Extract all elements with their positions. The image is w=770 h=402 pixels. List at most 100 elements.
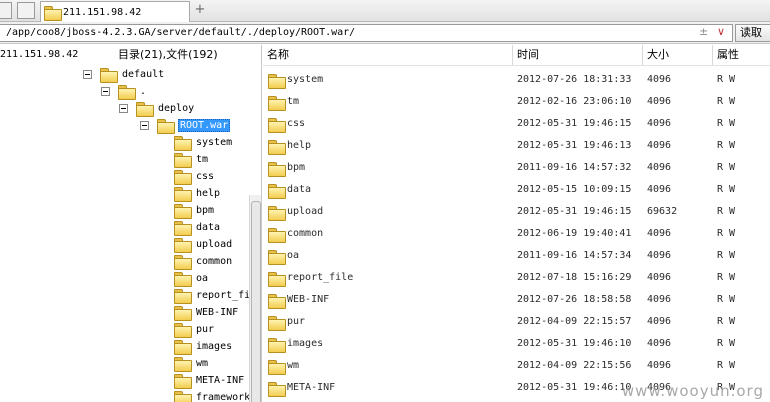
file-time: 2012-05-31 19:46:15 [517, 118, 632, 129]
table-row[interactable]: WEB-INF 2012-07-26 18:58:58 4096 R W [263, 290, 770, 310]
file-size: 4096 [647, 360, 672, 371]
file-attributes: R W [717, 272, 736, 283]
tree-node[interactable]: pur [174, 321, 215, 338]
tree-node[interactable]: upload [174, 236, 233, 253]
file-attributes: R W [717, 294, 736, 305]
tree-scrollbar[interactable] [249, 195, 261, 402]
file-name: system [287, 74, 324, 85]
tree-node-label: system [196, 137, 233, 148]
add-tab-button[interactable]: + [193, 2, 207, 18]
table-row[interactable]: wm 2012-04-09 22:15:56 4096 R W [263, 356, 770, 376]
file-name: WEB-INF [287, 294, 330, 305]
tree-node[interactable]: help [174, 185, 221, 202]
tree-node[interactable]: default [83, 66, 165, 83]
tree-node[interactable]: system [174, 134, 233, 151]
tree-node[interactable]: wm [174, 355, 209, 372]
collapse-toggle-icon[interactable] [140, 121, 149, 130]
file-size: 4096 [647, 118, 672, 129]
tree-node[interactable]: common [174, 253, 233, 270]
file-time: 2012-04-09 22:15:57 [517, 316, 632, 327]
plus-minus-icon[interactable]: ± [699, 25, 708, 39]
folder-icon [174, 255, 192, 270]
tree-node-label: css [196, 171, 215, 182]
file-size: 4096 [647, 316, 672, 327]
tree-node-label: framework [196, 392, 251, 402]
tree-node[interactable]: . [101, 83, 147, 100]
tree-node-label: oa [196, 273, 209, 284]
file-list-panel: 名称 时间 大小 属性 system 2012-07-26 18:31:33 409… [263, 45, 770, 402]
folder-icon [174, 136, 192, 151]
tree-node[interactable]: deploy [119, 100, 195, 117]
table-row[interactable]: tm 2012-02-16 23:06:10 4096 R W [263, 92, 770, 112]
tree-node[interactable]: report_fi [174, 287, 251, 304]
table-row[interactable]: report_file 2012-07-18 15:16:29 4096 R W [263, 268, 770, 288]
read-button[interactable]: 读取 [735, 24, 770, 42]
file-name: wm [287, 360, 300, 371]
table-row[interactable]: upload 2012-05-31 19:46:15 69632 R W [263, 202, 770, 222]
table-row[interactable]: data 2012-05-15 10:09:15 4096 R W [263, 180, 770, 200]
table-row[interactable]: pur 2012-04-09 22:15:57 4096 R W [263, 312, 770, 332]
tree-node[interactable]: tm [174, 151, 209, 168]
file-time: 2012-05-31 19:46:15 [517, 206, 632, 217]
tree-node[interactable]: framework [174, 389, 251, 402]
host-label: 211.151.98.42 [0, 49, 79, 60]
collapse-toggle-icon[interactable] [83, 70, 92, 79]
new-window-icon[interactable] [17, 2, 35, 19]
tree-node[interactable]: css [174, 168, 215, 185]
collapse-toggle-icon[interactable] [119, 104, 128, 113]
table-row[interactable]: bpm 2011-09-16 14:57:32 4096 R W [263, 158, 770, 178]
file-attributes: R W [717, 96, 736, 107]
path-input[interactable]: /app/coo8/jboss-4.2.3.GA/server/default/… [0, 24, 733, 42]
file-attributes: R W [717, 162, 736, 173]
file-name: report_file [287, 272, 354, 283]
address-bar: /app/coo8/jboss-4.2.3.GA/server/default/… [0, 22, 770, 44]
file-name: META-INF [287, 382, 336, 393]
folder-icon [174, 272, 192, 287]
collapse-toggle-icon[interactable] [101, 87, 110, 96]
tree-node-label: ROOT.war [178, 119, 231, 132]
folder-icon [174, 221, 192, 236]
file-name: help [287, 140, 312, 151]
column-header-size[interactable]: 大小 [643, 45, 713, 65]
file-size: 4096 [647, 184, 672, 195]
watermark: www.wooyun.org [621, 382, 764, 400]
tree-node-label: WEB-INF [196, 307, 239, 318]
tree-node[interactable]: data [174, 219, 221, 236]
table-row[interactable]: common 2012-06-19 19:40:41 4096 R W [263, 224, 770, 244]
tab-server[interactable]: 211.151.98.42 [40, 1, 190, 22]
tree-node[interactable]: images [174, 338, 233, 355]
file-size: 4096 [647, 338, 672, 349]
table-row[interactable]: oa 2011-09-16 14:57:34 4096 R W [263, 246, 770, 266]
file-attributes: R W [717, 316, 736, 327]
table-row[interactable]: images 2012-05-31 19:46:10 4096 R W [263, 334, 770, 354]
tree-node-label: images [196, 341, 233, 352]
table-row[interactable]: help 2012-05-31 19:46:13 4096 R W [263, 136, 770, 156]
window-icon[interactable] [0, 2, 12, 19]
column-header-name[interactable]: 名称 [263, 45, 513, 65]
folder-icon [44, 5, 62, 21]
file-size: 4096 [647, 96, 672, 107]
file-size: 4096 [647, 162, 672, 173]
file-size: 4096 [647, 140, 672, 151]
table-row[interactable]: css 2012-05-31 19:46:15 4096 R W [263, 114, 770, 134]
column-header-attr[interactable]: 属性 [713, 45, 770, 65]
column-header-time[interactable]: 时间 [513, 45, 643, 65]
tree-node[interactable]: bpm [174, 202, 215, 219]
folder-icon [268, 74, 286, 89]
file-attributes: R W [717, 206, 736, 217]
tree-node[interactable]: ROOT.war [140, 117, 231, 134]
tab-bar: 211.151.98.42 + [0, 0, 770, 22]
folder-icon [268, 206, 286, 221]
folder-icon [100, 68, 118, 83]
folder-icon [268, 228, 286, 243]
folder-icon [174, 238, 192, 253]
tree-node[interactable]: oa [174, 270, 209, 287]
file-attributes: R W [717, 338, 736, 349]
file-time: 2012-07-26 18:58:58 [517, 294, 632, 305]
scrollbar-thumb[interactable] [251, 201, 261, 402]
tree-node[interactable]: META-INF [174, 372, 245, 389]
header-divider [263, 65, 770, 66]
tree-node[interactable]: WEB-INF [174, 304, 239, 321]
chevron-down-icon[interactable]: ∨ [717, 25, 725, 39]
table-row[interactable]: system 2012-07-26 18:31:33 4096 R W [263, 70, 770, 90]
